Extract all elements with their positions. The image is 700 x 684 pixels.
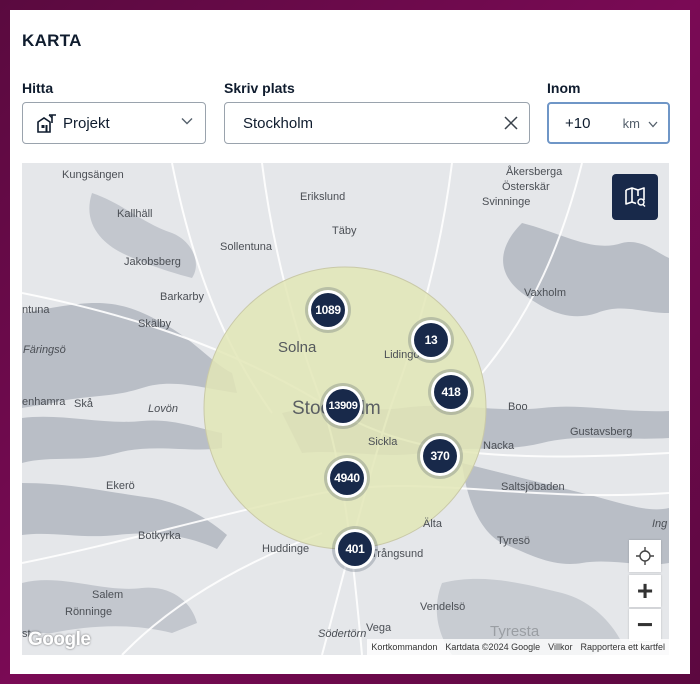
locate-icon <box>636 547 654 565</box>
cluster-count: 418 <box>434 375 468 409</box>
cluster-count: 401 <box>338 532 372 566</box>
cluster-marker[interactable]: 401 <box>332 526 378 572</box>
building-crane-icon <box>37 114 56 133</box>
map-label: Botkyrka <box>138 530 181 542</box>
place-input[interactable]: Stockholm <box>224 102 530 144</box>
radius-select[interactable]: +10 km <box>547 102 670 144</box>
cluster-marker[interactable]: 1089 <box>305 287 351 333</box>
cluster-count: 370 <box>423 439 457 473</box>
keyboard-shortcuts-link[interactable]: Kortkommandon <box>371 642 437 652</box>
map-label: Tyresö <box>497 535 531 547</box>
place-value: Stockholm <box>243 114 314 132</box>
map-label: Tyresta <box>490 623 540 640</box>
map-label: Nacka <box>483 440 515 452</box>
cluster-count: 1089 <box>311 293 345 327</box>
map-attribution: Kortkommandon Kartdata ©2024 Google Vill… <box>367 639 669 655</box>
card-title: KARTA <box>22 31 82 50</box>
map-label: Trångsund <box>371 548 424 560</box>
map-layers-icon <box>625 187 646 208</box>
map-label: Kungsängen <box>62 169 124 181</box>
map-label: Skå <box>74 398 93 410</box>
map-label: Ekerö <box>106 480 135 492</box>
cluster-marker[interactable]: 418 <box>428 369 474 415</box>
map-label: Salem <box>92 589 124 601</box>
map-label: Gustavsberg <box>570 426 633 438</box>
close-icon[interactable] <box>503 115 519 131</box>
cluster-marker[interactable]: 370 <box>417 433 463 479</box>
report-error-link[interactable]: Rapportera ett kartfel <box>580 642 665 652</box>
locate-button[interactable] <box>629 540 661 572</box>
map-label: Lovön <box>148 403 178 415</box>
chevron-down-icon <box>181 118 193 125</box>
find-select[interactable]: Projekt <box>22 102 206 144</box>
map-label: Skälby <box>138 318 172 330</box>
find-label: Hitta <box>22 80 54 96</box>
minus-icon: − <box>636 609 654 640</box>
map-label: Sollentuna <box>220 241 272 253</box>
cluster-count: 13909 <box>326 389 360 423</box>
map-data-text: Kartdata ©2024 Google <box>445 642 541 652</box>
cluster-count: 4940 <box>330 461 364 495</box>
map-label: Älta <box>423 518 442 530</box>
map-label: Barkarby <box>160 291 205 303</box>
cluster-count: 13 <box>414 323 448 357</box>
map-label: Vaxholm <box>524 287 566 299</box>
map-label: Vendelsö <box>420 601 466 613</box>
map-label: Solna <box>278 339 317 356</box>
terms-link[interactable]: Villkor <box>548 642 572 652</box>
map-label: Huddinge <box>262 543 310 555</box>
map-label: Svinninge <box>482 196 531 208</box>
map-label: Södertörn <box>318 628 367 640</box>
map-label: Täby <box>332 225 357 237</box>
map-label: Erikslund <box>300 191 346 203</box>
radius-label: Inom <box>547 80 581 96</box>
map-card: KARTA Hitta Projekt Skriv plats Stockhol… <box>10 10 690 674</box>
radius-value: +10 <box>565 114 591 132</box>
map-label: Jakobsberg <box>124 256 181 268</box>
map-label: ntuna <box>22 304 50 316</box>
zoom-out-button[interactable]: − <box>629 609 661 641</box>
radius-unit: km <box>622 116 640 131</box>
plus-icon: + <box>636 575 654 606</box>
place-label: Skriv plats <box>224 80 295 96</box>
map-label: Rönninge <box>65 606 113 618</box>
cluster-marker[interactable]: 13909 <box>320 383 366 429</box>
map-label: Boo <box>508 401 528 413</box>
map-label: Ing <box>652 518 668 530</box>
map-label: Sickla <box>368 436 398 448</box>
map-label: Färingsö <box>23 344 66 356</box>
find-value: Projekt <box>63 114 110 132</box>
chevron-down-icon <box>648 121 658 128</box>
map-label: Åkersberga <box>506 166 563 178</box>
map-label: Vega <box>366 622 392 634</box>
map-view[interactable]: Kungsängen Erikslund Åkersberga Österskä… <box>22 163 669 655</box>
map-layers-button[interactable] <box>612 174 658 220</box>
map-label: enhamra <box>22 396 66 408</box>
map-label: Kallhäll <box>117 208 153 220</box>
cluster-marker[interactable]: 13 <box>408 317 454 363</box>
map-label: Saltsjöbaden <box>501 481 565 493</box>
map-label: Österskär <box>502 181 550 193</box>
cluster-marker[interactable]: 4940 <box>324 455 370 501</box>
zoom-in-button[interactable]: + <box>629 575 661 607</box>
google-logo: Google <box>28 629 91 650</box>
